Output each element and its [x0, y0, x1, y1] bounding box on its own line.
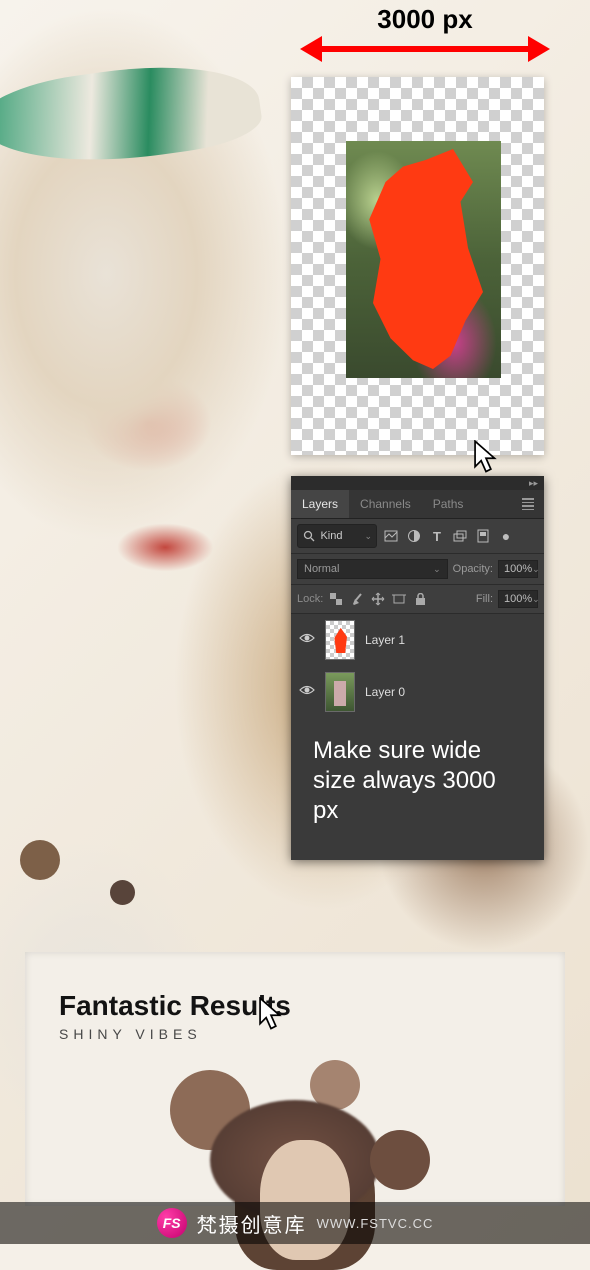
paint-splatter	[110, 880, 135, 905]
layer-thumbnail[interactable]	[325, 620, 355, 660]
chevron-down-icon: ⌄	[532, 594, 540, 605]
filter-kind-input[interactable]	[320, 530, 360, 542]
chevron-down-icon: ⌄	[532, 564, 540, 575]
layers-list: Layer 1 Layer 0	[291, 614, 544, 718]
lock-transparency-icon[interactable]	[328, 591, 344, 607]
blend-row: Normal ⌄ Opacity: 100%⌄	[291, 554, 544, 585]
tab-layers[interactable]: Layers	[291, 490, 349, 518]
cursor-icon	[472, 440, 500, 474]
chevron-down-icon: ⌄	[433, 564, 441, 575]
filter-smart-icon[interactable]	[474, 527, 492, 545]
filter-adjustment-icon[interactable]	[405, 527, 423, 545]
layer-name[interactable]: Layer 1	[365, 633, 405, 647]
cursor-icon	[257, 997, 285, 1031]
dimension-indicator: 3000 px	[300, 6, 550, 60]
filter-row: ⌄ T ●	[291, 519, 544, 554]
visibility-eye-icon[interactable]	[299, 684, 315, 700]
watermark-name: 梵摄创意库	[197, 1209, 307, 1238]
dimension-arrow	[300, 36, 550, 60]
filter-type-icon[interactable]: T	[428, 527, 446, 545]
lock-label: Lock:	[297, 593, 323, 605]
watermark-footer: FS 梵摄创意库 WWW.FSTVC.CC	[0, 1202, 590, 1244]
chevron-down-icon: ⌄	[364, 531, 372, 542]
layer-row[interactable]: Layer 0	[291, 666, 544, 718]
layer-thumbnail[interactable]	[325, 672, 355, 712]
dimension-label: 3000 px	[300, 6, 550, 32]
paint-splatter	[20, 840, 60, 880]
search-icon	[302, 527, 316, 545]
filter-type-dropdown[interactable]: ⌄	[297, 524, 377, 548]
filter-shape-icon[interactable]	[451, 527, 469, 545]
layers-panel: ▸▸ Layers Channels Paths ⌄ T ● Normal ⌄ …	[291, 476, 544, 860]
lock-all-icon[interactable]	[412, 591, 428, 607]
filter-pixel-icon[interactable]	[382, 527, 400, 545]
watermark-badge: FS	[157, 1208, 187, 1238]
panel-menu-icon[interactable]	[512, 498, 544, 510]
results-subtitle: SHINY VIBES	[59, 1026, 531, 1042]
tab-paths[interactable]: Paths	[422, 490, 475, 518]
opacity-label: Opacity:	[453, 563, 493, 575]
filter-toggle-icon[interactable]: ●	[497, 527, 515, 545]
chevron-right-icon: ▸▸	[529, 478, 538, 489]
visibility-eye-icon[interactable]	[299, 632, 315, 648]
fill-input[interactable]: 100%⌄	[498, 590, 538, 608]
layer-name[interactable]: Layer 0	[365, 685, 405, 699]
lock-artboard-icon[interactable]	[391, 591, 407, 607]
panel-tabs: Layers Channels Paths	[291, 490, 544, 519]
fill-label: Fill:	[476, 593, 493, 605]
tab-channels[interactable]: Channels	[349, 490, 422, 518]
results-title: Fantastic Results	[59, 990, 531, 1022]
watermark-url: WWW.FSTVC.CC	[317, 1216, 434, 1231]
lock-brush-icon[interactable]	[349, 591, 365, 607]
opacity-input[interactable]: 100%⌄	[498, 560, 538, 578]
canvas-preview	[291, 77, 544, 455]
instruction-text: Make sure wide size always 3000 px	[291, 718, 544, 860]
panel-collapse-bar[interactable]: ▸▸	[291, 476, 544, 490]
blend-mode-value: Normal	[304, 563, 339, 575]
lock-row: Lock: Fill: 100%⌄	[291, 585, 544, 614]
layer-row[interactable]: Layer 1	[291, 614, 544, 666]
lock-position-icon[interactable]	[370, 591, 386, 607]
blend-mode-dropdown[interactable]: Normal ⌄	[297, 559, 448, 579]
